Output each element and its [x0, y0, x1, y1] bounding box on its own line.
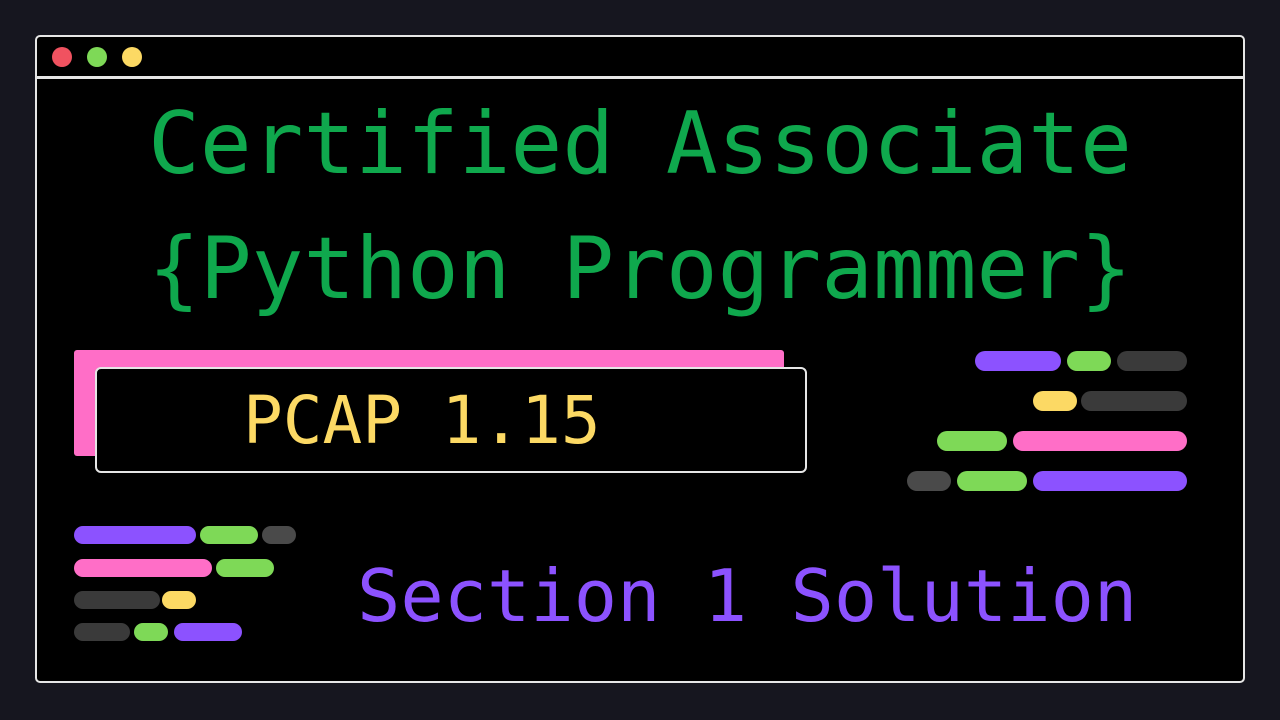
code-pill — [74, 526, 196, 544]
code-pill — [937, 431, 1007, 451]
code-box-label: PCAP 1.15 — [243, 382, 601, 459]
code-pill — [957, 471, 1027, 491]
code-pill — [1033, 471, 1187, 491]
minimize-dot-icon[interactable] — [87, 47, 107, 67]
code-pill — [162, 591, 196, 609]
code-pill — [74, 591, 160, 609]
code-pill — [1013, 431, 1187, 451]
section-subtitle: Section 1 Solution — [357, 554, 1138, 638]
code-pill — [74, 623, 130, 641]
code-pill — [74, 559, 212, 577]
code-pill — [134, 623, 168, 641]
code-pill — [200, 526, 258, 544]
title-line-2: {Python Programmer} — [148, 219, 1132, 319]
code-pill — [1033, 391, 1077, 411]
title-line-1: Certified Associate — [148, 94, 1132, 194]
code-pill — [1117, 351, 1187, 371]
maximize-dot-icon[interactable] — [122, 47, 142, 67]
code-pill — [262, 526, 296, 544]
code-pill — [1067, 351, 1111, 371]
code-pill — [907, 471, 951, 491]
code-box: PCAP 1.15 — [95, 367, 807, 473]
terminal-window: Certified Associate {Python Programmer} … — [35, 35, 1245, 683]
code-pill — [1081, 391, 1187, 411]
code-pill — [174, 623, 242, 641]
code-pill — [216, 559, 274, 577]
window-titlebar — [37, 37, 1243, 79]
close-dot-icon[interactable] — [52, 47, 72, 67]
code-pill — [975, 351, 1061, 371]
